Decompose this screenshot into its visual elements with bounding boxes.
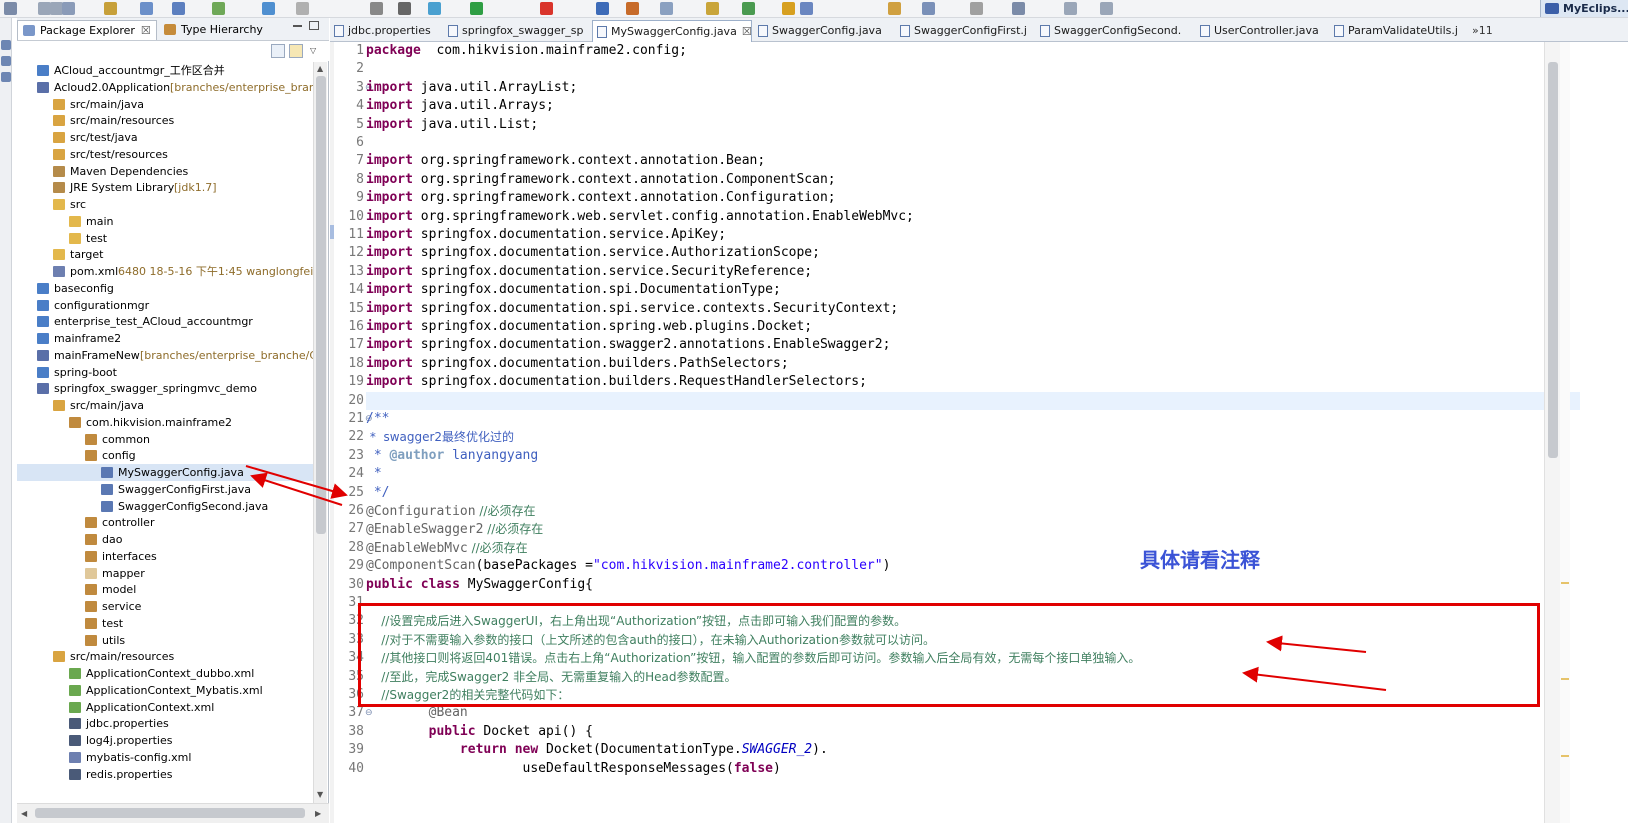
annotation-arrows (245, 465, 1387, 691)
arrow-line (1266, 635, 1367, 653)
arrow-line (1242, 666, 1387, 691)
